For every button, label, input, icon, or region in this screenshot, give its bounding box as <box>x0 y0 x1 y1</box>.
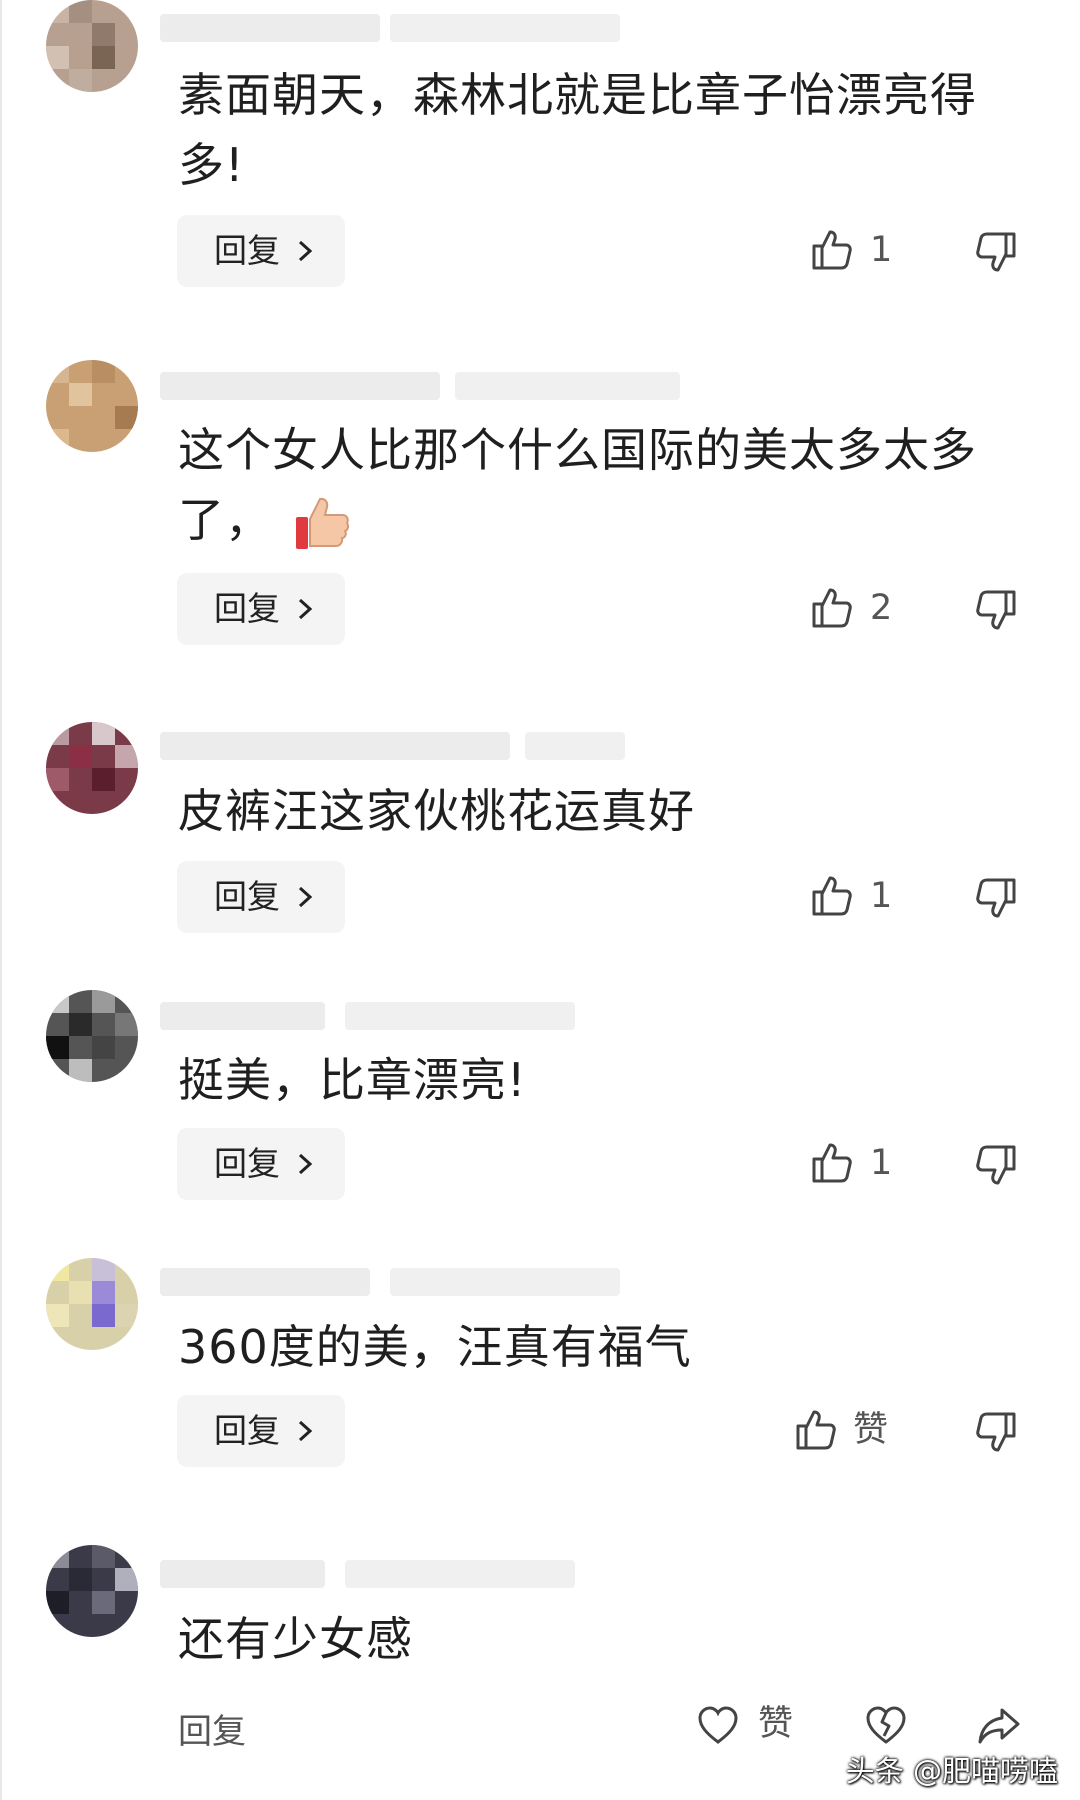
reply-link[interactable]: 回复 <box>178 1704 246 1753</box>
reply-button[interactable]: 回复 <box>177 215 345 287</box>
reply-button[interactable]: 回复 <box>177 573 345 645</box>
blurred-username <box>160 372 440 400</box>
reply-button[interactable]: 回复 <box>177 1128 345 1200</box>
reply-button[interactable]: 回复 <box>177 1395 345 1467</box>
share-icon[interactable] <box>976 1704 1022 1746</box>
watermark: 头条 @肥喵唠嗑 <box>845 1754 1058 1788</box>
comment-text: 皮裤汪这家伙桃花运真好 <box>178 784 695 838</box>
thumbs-up-icon[interactable] <box>808 584 856 632</box>
blurred-meta <box>455 372 680 400</box>
thumbs-down-icon[interactable] <box>972 1141 1020 1189</box>
chevron-right-icon <box>298 598 313 620</box>
like-count: 2 <box>870 588 893 628</box>
thumbs-down-icon[interactable] <box>972 228 1020 276</box>
chevron-right-icon <box>298 1153 313 1175</box>
avatar[interactable] <box>46 1258 138 1350</box>
blurred-meta <box>390 1268 620 1296</box>
avatar[interactable] <box>46 360 138 452</box>
comment-text: 挺美，比章漂亮! <box>178 1053 527 1107</box>
reply-label: 回复 <box>214 589 280 628</box>
heart-icon[interactable] <box>696 1704 740 1746</box>
like-label: 赞 <box>853 1410 889 1450</box>
reply-label: 回复 <box>214 1411 280 1450</box>
reply-label: 回复 <box>214 1144 280 1183</box>
avatar[interactable] <box>46 0 138 92</box>
blurred-username <box>160 1268 370 1296</box>
reply-label: 回复 <box>214 231 280 270</box>
blurred-username <box>160 14 380 42</box>
like-count: 1 <box>870 876 893 916</box>
blurred-username <box>160 1560 325 1588</box>
blurred-meta <box>345 1560 575 1588</box>
thumbs-up-emoji <box>295 497 349 549</box>
avatar[interactable] <box>46 990 138 1082</box>
thumbs-down-icon[interactable] <box>972 586 1020 634</box>
broken-heart-icon[interactable] <box>864 1704 908 1746</box>
thumbs-up-icon[interactable] <box>808 226 856 274</box>
left-edge-divider <box>0 0 2 1800</box>
blurred-meta <box>345 1002 575 1030</box>
thumbs-up-icon[interactable] <box>808 872 856 920</box>
comment-text: 素面朝天，森林北就是比章子怡漂亮得多! <box>178 68 977 192</box>
thumbs-up-icon[interactable] <box>792 1406 840 1454</box>
blurred-meta <box>390 14 620 42</box>
thumbs-down-icon[interactable] <box>972 1408 1020 1456</box>
chevron-right-icon <box>298 886 313 908</box>
like-count: 1 <box>870 230 893 270</box>
avatar[interactable] <box>46 1545 138 1637</box>
comment-text: 这个女人比那个什么国际的美太多太多了， <box>178 415 1018 555</box>
chevron-right-icon <box>298 1420 313 1442</box>
comment-text: 360度的美，汪真有福气 <box>178 1320 692 1374</box>
thumbs-down-icon[interactable] <box>972 874 1020 922</box>
comment-text: 还有少女感 <box>178 1612 413 1666</box>
avatar[interactable] <box>46 722 138 814</box>
blurred-username <box>160 732 510 760</box>
chevron-right-icon <box>298 240 313 262</box>
like-label: 赞 <box>758 1704 794 1744</box>
thumbs-up-icon[interactable] <box>808 1139 856 1187</box>
reply-button[interactable]: 回复 <box>177 861 345 933</box>
blurred-meta <box>525 732 625 760</box>
like-count: 1 <box>870 1143 893 1183</box>
blurred-username <box>160 1002 325 1030</box>
reply-label: 回复 <box>214 877 280 916</box>
